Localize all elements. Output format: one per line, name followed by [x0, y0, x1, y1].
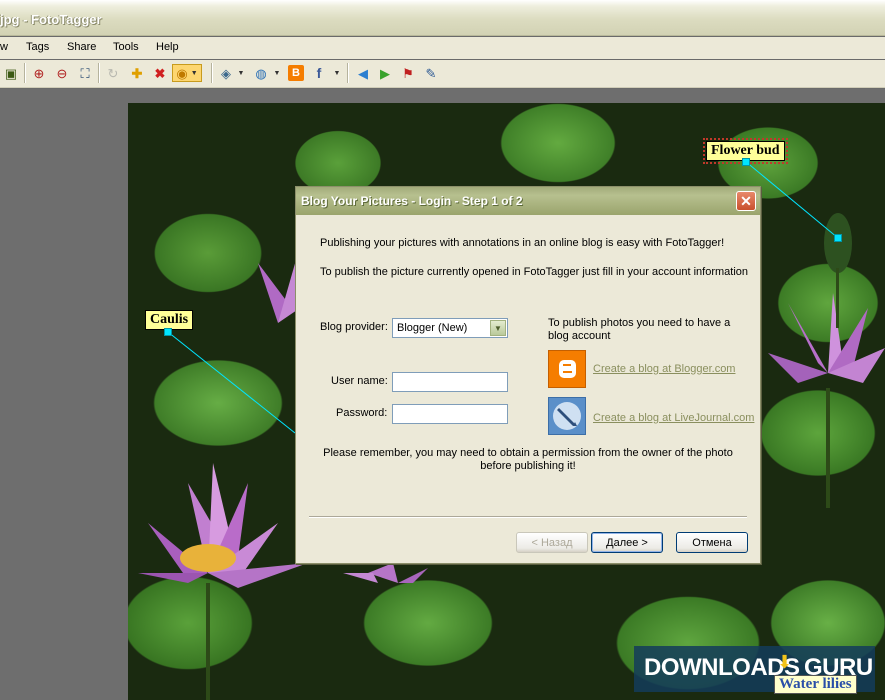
chevron-down-icon[interactable]: ▼ [490, 320, 506, 336]
menu-help[interactable]: Help [156, 41, 179, 53]
window-titlebar: jpg - FotoTagger [0, 0, 885, 36]
organizer-icon[interactable]: ▣ [2, 64, 20, 82]
tag-target-handle[interactable] [834, 234, 842, 242]
toolbar-separator [211, 63, 213, 83]
dialog-separator [309, 516, 747, 518]
chevron-down-icon[interactable]: ▼ [274, 64, 281, 82]
back-icon[interactable]: ◀ [354, 64, 372, 82]
tag-style-icon[interactable]: ◈ [217, 64, 235, 82]
back-button[interactable]: < Назад [516, 532, 588, 553]
download-arrow-icon: ⬇ [777, 652, 793, 672]
delete-tag-icon[interactable]: ✖ [151, 64, 169, 82]
chevron-down-icon[interactable]: ▼ [238, 64, 245, 82]
next-button[interactable]: Далее > [591, 532, 663, 553]
toolbar-separator [98, 63, 100, 83]
intro-text-2: To publish the picture currently opened … [320, 266, 749, 278]
menu-view[interactable]: w [0, 41, 8, 53]
blogger-icon [548, 350, 586, 388]
close-button[interactable]: ✕ [736, 191, 756, 211]
zoom-in-icon[interactable]: ⊕ [30, 64, 48, 82]
forward-icon[interactable]: ▶ [376, 64, 394, 82]
bulb-icon[interactable]: ◉ ▼ [172, 64, 202, 82]
menu-tags[interactable]: Tags [26, 41, 49, 53]
chevron-down-icon[interactable]: ▼ [334, 64, 341, 82]
blog-provider-value: Blogger (New) [397, 322, 468, 334]
reminder-line-2: before publishing it! [480, 460, 576, 472]
fit-icon[interactable]: ⛶ [76, 64, 94, 82]
add-tag-icon[interactable]: ✚ [128, 64, 146, 82]
lily-flower-top-left [258, 253, 300, 323]
window-title: jpg - FotoTagger [0, 12, 102, 27]
livejournal-icon [548, 397, 586, 435]
rotate-icon[interactable]: ↻ [104, 64, 122, 82]
toolbar: ▣ ⊕ ⊖ ⛶ ↻ ✚ ✖ ◉ ▼ ◈ ▼ ◍ ▼ B f ▼ ◀ ▶ ⚑ ✎ [0, 60, 885, 88]
blog-login-dialog: Blog Your Pictures - Login - Step 1 of 2… [295, 186, 761, 564]
close-icon: ✕ [740, 192, 752, 209]
blogger-icon[interactable]: B [288, 65, 304, 81]
password-label: Password: [336, 407, 388, 419]
toolbar-separator [347, 63, 349, 83]
blog-provider-select[interactable]: Blogger (New) ▼ [392, 318, 508, 338]
intro-text-1: Publishing your pictures with annotation… [320, 237, 725, 249]
username-field[interactable] [392, 372, 508, 392]
cancel-button[interactable]: Отмена [676, 532, 748, 553]
dialog-title: Blog Your Pictures - Login - Step 1 of 2 [301, 194, 523, 208]
lily-flower-right [768, 293, 885, 508]
password-field[interactable] [392, 404, 508, 424]
tag-caulis[interactable]: Caulis [145, 310, 194, 330]
username-label: User name: [331, 375, 388, 387]
blog-provider-label: Blog provider: [320, 321, 388, 333]
create-blogger-link[interactable]: Create a blog at Blogger.com [593, 363, 735, 375]
reminder-line-1: Please remember, you may need to obtain … [323, 447, 733, 459]
menu-share[interactable]: Share [67, 41, 96, 53]
dialog-body: Publishing your pictures with annotation… [296, 215, 760, 563]
tag-anchor-handle[interactable] [164, 328, 172, 336]
zoom-out-icon[interactable]: ⊖ [53, 64, 71, 82]
photo-caption: Water lilies [774, 675, 857, 694]
flag-icon[interactable]: ⚑ [399, 64, 417, 82]
menu-bar: w Tags Share Tools Help [0, 37, 885, 59]
globe-icon[interactable]: ◍ [252, 64, 270, 82]
note-icon[interactable]: ✎ [422, 64, 440, 82]
create-livejournal-link[interactable]: Create a blog at LiveJournal.com [593, 412, 754, 424]
menu-tools[interactable]: Tools [113, 41, 139, 53]
publish-hint: To publish photos you need to have a blo… [548, 317, 731, 342]
tag-anchor-handle[interactable] [742, 158, 750, 166]
dialog-titlebar: Blog Your Pictures - Login - Step 1 of 2… [296, 187, 760, 215]
facebook-icon[interactable]: f [310, 64, 328, 82]
lily-flower-left [138, 463, 308, 700]
lily-flower-bottom [343, 563, 428, 583]
toolbar-separator [24, 63, 26, 83]
